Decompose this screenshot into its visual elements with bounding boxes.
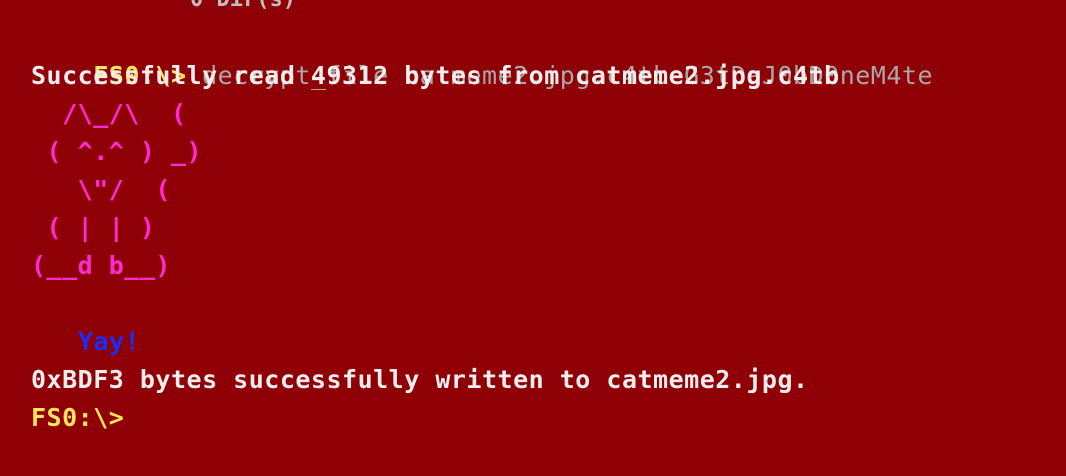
- uefi-shell-terminal[interactable]: 0 Dir(s) FS0:\> decrypt_file catmeme2.jp…: [0, 0, 1066, 476]
- ascii-art-line: \"/ (: [31, 175, 171, 204]
- shell-prompt-current[interactable]: FS0:\>: [31, 399, 124, 437]
- previous-output-line: 0 Dir(s): [190, 0, 296, 14]
- yay-message: Yay!: [78, 327, 141, 356]
- ascii-art-line: ( | | ): [31, 213, 156, 242]
- ascii-art-line: /\_/\ (: [31, 99, 187, 128]
- write-status-line: 0xBDF3 bytes successfully written to cat…: [31, 365, 809, 394]
- read-status-line: Successfully read 49312 bytes from catme…: [31, 61, 840, 90]
- ascii-art-line: (__d b__): [31, 251, 171, 280]
- ascii-art-line: ( ^.^ ) _): [31, 137, 203, 166]
